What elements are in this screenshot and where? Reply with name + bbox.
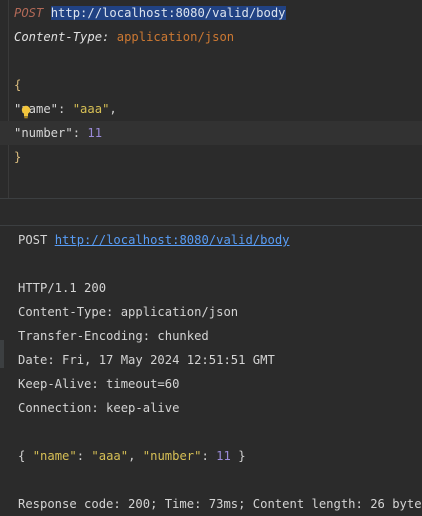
response-summary: Response code: 200; Time: 73ms; Content … — [18, 497, 422, 511]
request-url[interactable]: http://localhost:8080/valid/body — [50, 6, 286, 20]
editor-gutter — [8, 0, 9, 198]
body-open-brace[interactable]: { — [14, 73, 21, 97]
body-field-number[interactable]: "number": 11 — [0, 121, 422, 145]
request-header-line[interactable]: Content-Type: application/json — [14, 25, 234, 49]
header-name: Content-Type: — [14, 30, 110, 44]
open-brace: { — [14, 78, 22, 92]
body-value-number: 11 — [216, 449, 231, 463]
field-name-value: "aaa" — [72, 102, 110, 116]
body-key-name: "name" — [32, 449, 77, 463]
response-method: POST — [18, 233, 48, 247]
field-number-colon: : — [72, 126, 88, 140]
request-editor[interactable]: POST http://localhost:8080/valid/body Co… — [0, 0, 422, 198]
response-header: Date: Fri, 17 May 2024 12:51:51 GMT — [18, 353, 275, 367]
body-key-number: "number" — [142, 449, 202, 463]
response-header: Content-Type: application/json — [18, 305, 239, 319]
close-brace: } — [14, 150, 22, 164]
response-body: { "name": "aaa", "number": 11 } — [18, 444, 246, 468]
panel-divider[interactable] — [0, 198, 422, 226]
field-name-colon: : — [58, 102, 73, 116]
body-sep-1: : — [76, 449, 92, 463]
header-value: application/json — [116, 30, 235, 44]
response-url-link[interactable]: http://localhost:8080/valid/body — [55, 233, 290, 247]
response-header: Connection: keep-alive — [18, 401, 180, 415]
gutter-marker — [0, 340, 4, 368]
body-open: { — [18, 449, 33, 463]
request-method: POST — [14, 6, 44, 20]
request-line[interactable]: POST http://localhost:8080/valid/body — [14, 1, 286, 25]
response-request-line: POST http://localhost:8080/valid/body — [18, 228, 290, 252]
response-panel[interactable]: POST http://localhost:8080/valid/body HT… — [0, 226, 422, 514]
lightbulb-icon[interactable] — [20, 105, 32, 119]
body-comma: , — [128, 449, 143, 463]
field-number-key: "number" — [14, 126, 73, 140]
response-header: Transfer-Encoding: chunked — [18, 329, 209, 343]
body-sep-2: : — [201, 449, 217, 463]
field-name-comma: , — [109, 102, 117, 116]
status-line: HTTP/1.1 200 — [18, 281, 107, 295]
field-number-value: 11 — [87, 126, 103, 140]
body-close: } — [230, 449, 246, 463]
response-header: Keep-Alive: timeout=60 — [18, 377, 180, 391]
body-value-name: "aaa" — [91, 449, 129, 463]
body-close-brace[interactable]: } — [14, 145, 21, 169]
